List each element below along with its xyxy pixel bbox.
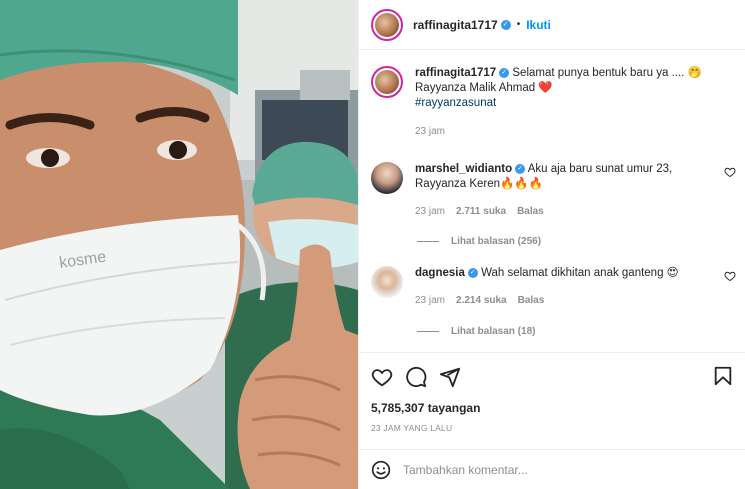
add-comment-bar bbox=[359, 449, 745, 489]
comments-list[interactable]: raffinagita1717 ✓ Selamat punya bentuk ba… bbox=[359, 50, 745, 352]
heart-icon[interactable] bbox=[724, 166, 736, 178]
comment-likes[interactable]: 2.214 suka bbox=[456, 293, 507, 308]
post-actions: 5,785,307 tayangan 23 JAM YANG LALU bbox=[359, 352, 745, 442]
reply-button[interactable]: Balas bbox=[518, 293, 545, 308]
author-avatar[interactable] bbox=[371, 8, 403, 41]
post-header: raffinagita1717 ✓ • Ikuti bbox=[359, 0, 745, 50]
share-icon[interactable] bbox=[439, 366, 461, 388]
emoji-icon[interactable] bbox=[371, 460, 391, 480]
replies-line bbox=[417, 331, 439, 332]
verified-badge-icon: ✓ bbox=[500, 19, 511, 30]
view-count[interactable]: 5,785,307 tayangan bbox=[371, 401, 734, 415]
heart-icon[interactable] bbox=[724, 270, 736, 282]
caption-username[interactable]: raffinagita1717 bbox=[415, 67, 496, 79]
view-replies-button[interactable]: Lihat balasan (256) bbox=[417, 236, 541, 247]
verified-badge-icon: ✓ bbox=[515, 163, 526, 174]
author-username[interactable]: raffinagita1717 bbox=[413, 18, 498, 32]
header-separator: • bbox=[516, 19, 521, 30]
post-photo: kosme bbox=[0, 0, 358, 489]
caption-avatar[interactable] bbox=[371, 66, 403, 98]
comment-username[interactable]: dagnesia bbox=[415, 267, 465, 279]
caption-hashtag[interactable]: #rayyanzasunat bbox=[415, 97, 496, 109]
heart-icon[interactable] bbox=[371, 366, 393, 388]
verified-badge-icon: ✓ bbox=[467, 267, 478, 278]
view-replies-button[interactable]: Lihat balasan (18) bbox=[417, 326, 535, 337]
comment-text: Wah selamat dikhitan anak ganteng 😍 bbox=[481, 267, 679, 279]
comment-username[interactable]: marshel_widianto bbox=[415, 163, 512, 175]
comment-icon[interactable] bbox=[405, 366, 427, 388]
post-side-panel: raffinagita1717 ✓ • Ikuti raffinagita171… bbox=[358, 0, 745, 489]
post-media[interactable]: kosme bbox=[0, 0, 358, 489]
commenter-avatar[interactable] bbox=[371, 162, 403, 194]
caption-time: 23 jam bbox=[415, 126, 446, 137]
comment-time: 23 jam bbox=[415, 206, 446, 217]
view-replies-label: Lihat balasan (18) bbox=[451, 326, 536, 337]
caption: raffinagita1717 ✓ Selamat punya bentuk ba… bbox=[371, 66, 736, 139]
view-replies-label: Lihat balasan (256) bbox=[451, 236, 542, 247]
comment-item: marshel_widianto ✓ Aku aja baru sunat umu… bbox=[371, 162, 736, 219]
verified-badge-icon: ✓ bbox=[499, 67, 510, 78]
comment-likes[interactable]: 2.711 suka bbox=[456, 204, 506, 219]
post-timestamp: 23 JAM YANG LALU bbox=[371, 423, 453, 433]
bookmark-icon[interactable] bbox=[712, 365, 734, 387]
comment-item: dagnesia ✓ Wah selamat dikhitan anak gant… bbox=[371, 266, 736, 308]
caption-text-line1: Selamat punya bentuk baru ya .... 🤭 bbox=[512, 67, 702, 79]
comment-input[interactable] bbox=[403, 462, 703, 477]
follow-button[interactable]: Ikuti bbox=[526, 18, 551, 32]
commenter-avatar[interactable] bbox=[371, 266, 403, 298]
reply-button[interactable]: Balas bbox=[517, 204, 544, 219]
replies-line bbox=[417, 241, 439, 242]
caption-text-line2: Rayyanza Malik Ahmad ❤️ bbox=[415, 82, 553, 94]
comment-time: 23 jam bbox=[415, 295, 446, 306]
